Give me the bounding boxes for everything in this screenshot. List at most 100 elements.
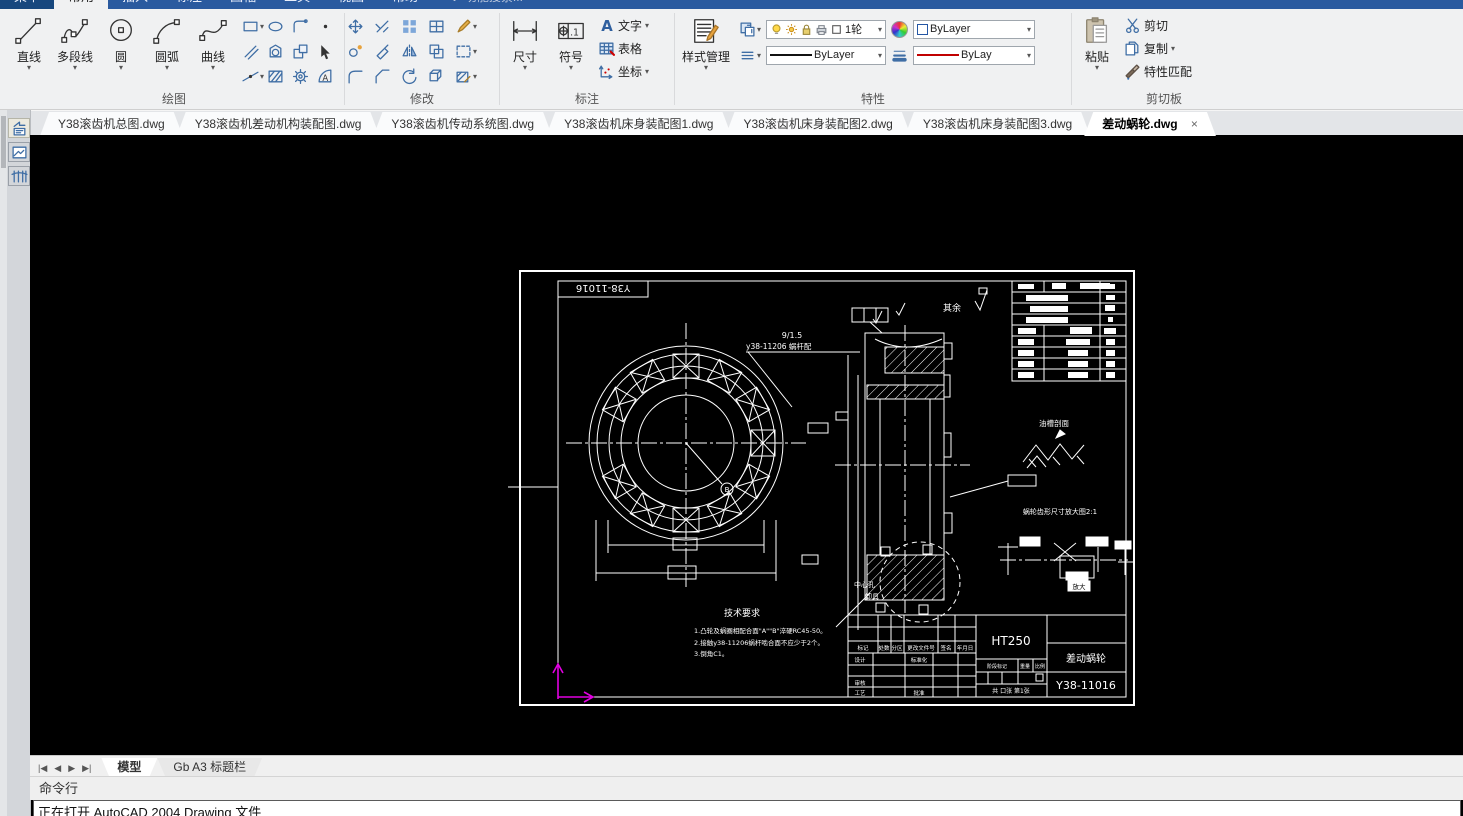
hatch-tool[interactable] (267, 68, 284, 85)
region-tool[interactable] (267, 43, 284, 60)
layer-dropdown[interactable]: 1轮 ▾ (766, 19, 887, 39)
menu-tab-menu[interactable]: 菜单 (0, 0, 55, 9)
left-scrollbar[interactable] (0, 110, 7, 816)
layer-plot-icon (815, 23, 828, 36)
menu-tab-home[interactable]: 常用 (54, 0, 109, 9)
scrollbar-thumb[interactable] (1, 116, 6, 168)
dimension-button[interactable]: 尺寸 ▾ (502, 12, 548, 72)
style-manager-icon (691, 12, 721, 50)
selection-box-tool[interactable]: ▾ (455, 43, 477, 60)
sheet-set-button[interactable] (8, 118, 30, 138)
polyline-button[interactable]: 多段线 ▾ (52, 12, 98, 72)
rectangle-tool[interactable]: ▾ (242, 18, 264, 35)
doc-tab[interactable]: Y38滚齿机床身装配图1.dwg (546, 112, 731, 136)
list-button[interactable]: ▾ (739, 47, 761, 64)
gear-icon[interactable] (292, 68, 309, 85)
doc-tab[interactable]: Y38滚齿机差动机构装配图.dwg (177, 112, 380, 136)
panel-label-properties[interactable]: 特性 (677, 92, 1069, 109)
cut-button[interactable]: 剪切 (1124, 14, 1192, 37)
lineweight-icon[interactable] (891, 47, 908, 64)
construction-line-tool[interactable]: ▾ (242, 68, 264, 85)
array-tool[interactable] (401, 18, 418, 35)
panel-modify: ▾ ▾ ▾ 修改 (347, 9, 497, 109)
menu-tab-insert[interactable]: 插入 (108, 0, 162, 9)
close-icon[interactable]: × (1191, 117, 1198, 131)
panel-label-modify[interactable]: 修改 (347, 92, 497, 109)
line-button[interactable]: 直线 ▾ (6, 12, 52, 72)
block-tool[interactable] (292, 43, 309, 60)
dimension-icon (510, 12, 540, 50)
doc-tab[interactable]: Y38滚齿机床身装配图3.dwg (905, 112, 1090, 136)
command-line-input[interactable]: 正在打开 AutoCAD 2004 Drawing 文件 (33, 800, 1461, 816)
fillet-tool[interactable] (347, 68, 364, 85)
doc-tab[interactable]: Y38滚齿机传动系统图.dwg (373, 112, 552, 136)
ribbon: 直线 ▾ 多段线 ▾ 圆 ▾ 圆弧 ▾ 曲线 ▾ ▾ ▾ 绘图 ▾ ▾ ▾ 修改… (0, 9, 1463, 110)
panel-label-clipboard[interactable]: 剪切板 (1074, 92, 1254, 109)
linetype-dropdown[interactable]: ByLayer ▾ (766, 45, 887, 65)
svg-text:设计: 设计 (854, 656, 866, 664)
trim-tool[interactable] (374, 18, 391, 35)
circle-button[interactable]: 圆 ▾ (98, 12, 144, 72)
menu-tab-annotate[interactable]: 标注 (162, 0, 216, 9)
doc-tab[interactable]: Y38滚齿机总图.dwg (40, 112, 183, 136)
image-frame-button[interactable] (8, 142, 30, 162)
doc-tab[interactable]: Y38滚齿机床身装配图2.dwg (725, 112, 910, 136)
viewport-tool[interactable] (428, 18, 445, 35)
rotate-copy-tool[interactable] (347, 43, 364, 60)
menu-tab-tools[interactable]: 工具 (270, 0, 324, 9)
paste-button[interactable]: 粘贴 ▾ (1074, 12, 1120, 72)
menu-tab-view[interactable]: 视图 (324, 0, 378, 9)
svg-text:B: B (725, 486, 730, 494)
edit-pencil-tool[interactable]: ▾ (455, 18, 477, 35)
layout-tab-gba3[interactable]: Gb A3 标题栏 (157, 758, 262, 777)
linetype2-dropdown[interactable]: ByLay ▾ (913, 45, 1036, 65)
ellipse-tool[interactable] (267, 18, 284, 35)
symbol-button[interactable]: 符号 ▾ (548, 12, 594, 72)
doc-tab-active[interactable]: 差动蜗轮.dwg × (1084, 112, 1216, 136)
match-properties-button[interactable]: 特性匹配 (1124, 60, 1192, 83)
coordinate-button[interactable]: 坐标 ▾ (598, 60, 649, 83)
panel-label-annotate[interactable]: 标注 (502, 92, 672, 109)
multiline-tool[interactable] (242, 43, 259, 60)
polyline-arc-tool[interactable] (292, 18, 309, 35)
next-layout-button[interactable]: ▶ (68, 763, 75, 774)
copy-icon (1124, 40, 1141, 57)
color-wheel-icon[interactable] (891, 20, 909, 38)
move-tool[interactable] (347, 18, 364, 35)
text-button[interactable]: 文字 ▾ (598, 14, 649, 37)
style-manager-button[interactable]: 样式管理 ▾ (677, 12, 735, 72)
wipeout-tool[interactable] (317, 68, 334, 85)
function-search[interactable]: ∨ 功能搜索... (450, 0, 523, 9)
left-tool-strip (0, 110, 31, 816)
rotate-tool[interactable] (401, 68, 418, 85)
first-layout-button[interactable]: |◀ (38, 763, 47, 774)
current-color: ByLayer (930, 23, 971, 35)
erase-tool[interactable] (374, 43, 391, 60)
select-cursor-tool[interactable] (317, 43, 334, 60)
svg-text:比例: 比例 (1035, 663, 1045, 670)
copy-button[interactable]: 复制 ▾ (1124, 37, 1192, 60)
mirror-tool[interactable] (401, 43, 418, 60)
model-tab[interactable]: 模型 (101, 758, 157, 777)
menu-tab-sheet[interactable]: 图幅 (216, 0, 270, 9)
layer-translate-button[interactable]: ▾ (739, 21, 761, 38)
hatch-edit-tool[interactable]: ▾ (455, 68, 477, 85)
panel-separator (344, 13, 345, 105)
fence-button[interactable] (8, 166, 30, 186)
arc-button[interactable]: 圆弧 ▾ (144, 12, 190, 72)
chamfer-tool[interactable] (374, 68, 391, 85)
table-button[interactable]: 表格 (598, 37, 649, 60)
orbit-tool[interactable] (428, 68, 445, 85)
point-tool[interactable] (317, 18, 334, 35)
offset-tool[interactable] (428, 43, 445, 60)
color-dropdown[interactable]: ByLayer ▾ (913, 19, 1036, 39)
prev-layout-button[interactable]: ◀ (54, 763, 61, 774)
search-label: 功能搜索... (465, 0, 523, 9)
spline-button[interactable]: 曲线 ▾ (190, 12, 236, 72)
document-tab-bar: Y38滚齿机总图.dwg Y38滚齿机差动机构装配图.dwg Y38滚齿机传动系… (30, 110, 1463, 136)
model-space-canvas[interactable]: Y38-11016 B 9/1.5 y38-11206 蜗杆配 中心孔 卸具 其… (30, 135, 1463, 755)
last-layout-button[interactable]: ▶| (82, 763, 91, 774)
menu-tab-help[interactable]: 帮助 (378, 0, 432, 9)
coordinate-icon (598, 63, 615, 80)
panel-label-draw[interactable]: 绘图 (6, 92, 342, 109)
